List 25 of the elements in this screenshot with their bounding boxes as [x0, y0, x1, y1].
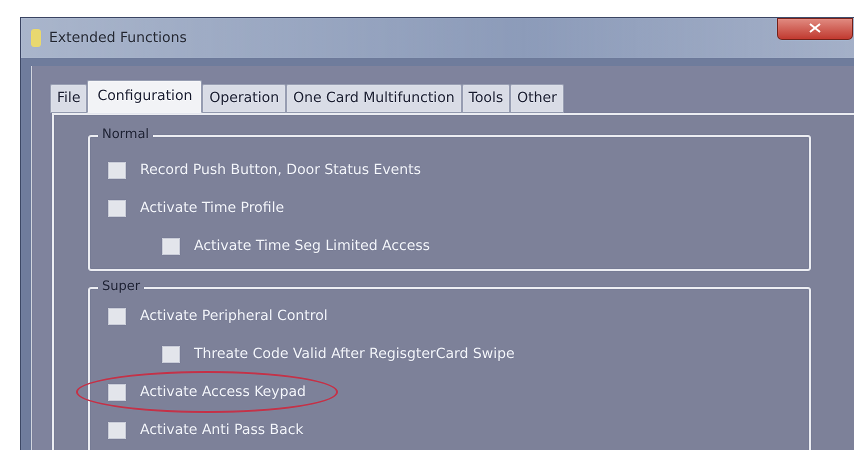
checkbox[interactable] — [108, 384, 126, 400]
option-label: Activate Anti Pass Back — [140, 420, 304, 440]
checkbox[interactable] — [108, 308, 126, 324]
checkbox[interactable] — [108, 422, 126, 438]
close-icon — [809, 23, 821, 34]
close-button[interactable] — [777, 18, 853, 40]
tab[interactable]: Tools — [462, 84, 510, 113]
checkbox[interactable] — [162, 238, 180, 254]
tab[interactable]: Operation — [202, 84, 286, 113]
checkbox[interactable] — [162, 346, 180, 362]
option-label: Activate Access Keypad — [140, 382, 306, 402]
checkbox[interactable] — [108, 200, 126, 216]
app-icon — [31, 29, 41, 47]
tab[interactable]: One Card Multifunction — [286, 84, 462, 113]
option-label: Activate Peripheral Control — [140, 306, 328, 326]
tab[interactable]: Other — [510, 84, 564, 113]
group-title: Super — [98, 278, 144, 296]
window-title: Extended Functions — [49, 28, 187, 48]
checkbox[interactable] — [108, 162, 126, 178]
option-label: Record Push Button, Door Status Events — [140, 160, 421, 180]
option-label: Threate Code Valid After RegisgterCard Swipe — [194, 344, 515, 364]
tab[interactable]: Configuration — [87, 80, 202, 113]
option-label: Activate Time Seg Limited Access — [194, 236, 430, 256]
tab[interactable]: File — [50, 84, 88, 113]
option-label: Activate Time Profile — [140, 198, 284, 218]
